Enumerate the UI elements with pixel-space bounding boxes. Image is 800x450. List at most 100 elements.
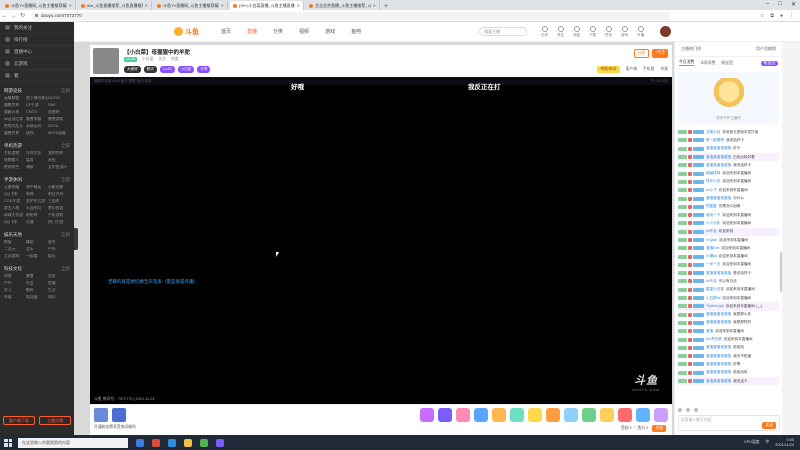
chat-username[interactable]: 落落落落落落落 [706,155,731,160]
tab-contribution-rank[interactable]: 用户贡献榜 [756,46,776,52]
report-button[interactable]: 举报/申诉 [597,66,620,73]
upload-button[interactable]: 下载 [589,25,596,38]
chat-username[interactable]: 落落落落落落落 [706,370,731,375]
chrome-icon[interactable] [200,438,208,447]
chat-username[interactable]: lol小子 [706,188,717,193]
chat-username[interactable]: 落落落落落落落 [706,196,731,201]
nav-item[interactable]: 鱼吧 [351,28,361,35]
chat-username[interactable]: 艾希头目 [706,130,720,135]
chat-username[interactable]: 落落落落落落落 [706,146,731,151]
taskbar-search[interactable]: 在这里输入你要搜索的内容 [18,437,128,448]
nav-item[interactable]: 直播 [247,28,257,35]
chat-username[interactable]: 一天一天 [706,262,720,267]
report-link[interactable]: 举报 [660,67,668,72]
chat-username[interactable]: 落落落落落落落 [706,271,731,276]
chat-username[interactable]: 的星星 [706,204,717,209]
sidebar-category-link[interactable]: 鱼塘 [48,281,70,286]
mobile-link[interactable]: 手机看 [643,67,654,72]
share-button[interactable]: 分享 [633,49,650,58]
sidebar-category-link[interactable]: 一起看 [26,254,48,259]
sidebar-category-link[interactable]: 社会 [26,281,48,286]
chat-username[interactable]: 小琳lol [706,254,717,259]
browser-tab[interactable]: live_斗鱼直播推荐_斗鱼直播推荐 ✕ [78,1,152,10]
new-tab-icon[interactable]: + [384,3,388,10]
settings-icon[interactable] [694,408,698,412]
chat-username[interactable]: 小Qian [706,238,717,243]
chat-username[interactable]: 修一起看吧 [706,138,724,143]
room-tag[interactable]: 聊天 [143,66,157,73]
gift-item[interactable] [564,408,578,422]
sidebar-top-item[interactable]: 排行榜 [0,34,74,46]
chat-username[interactable]: lol不会 [706,229,717,234]
search-input[interactable]: 搜索主播 [479,27,528,36]
sidebar-category-link[interactable]: 户外 [4,281,26,286]
sidebar-top-item[interactable]: 直播中心 [0,46,74,58]
sidebar-category-link[interactable]: CSGO [26,110,48,115]
sidebar-category-link[interactable]: 怪物猎人 [4,158,26,163]
sidebar-category-link[interactable]: 手机游戏 [48,213,70,218]
forward-icon[interactable]: → [9,13,18,19]
sidebar-category-link[interactable]: CF手游 [26,103,48,108]
sidebar-category-link[interactable]: 王者荣耀 [4,185,26,190]
tab-today[interactable]: 今日消费 [679,60,695,66]
sidebar-category-link[interactable]: 星秀 [48,240,70,245]
gift-item[interactable] [582,408,596,422]
sidebar-section-more[interactable]: 全部 [61,143,70,149]
room-tag[interactable]: 分享 [197,66,211,73]
gift-icon[interactable] [686,408,690,412]
sidebar-category-link[interactable]: 美食 [26,274,48,279]
sidebar-category-link[interactable]: 原神 [26,192,48,197]
sidebar-collapse-handle[interactable] [74,228,78,250]
nav-item[interactable]: 首页 [221,28,231,35]
sidebar-category-link[interactable]: 车载 [4,295,26,300]
gift-item[interactable] [420,408,434,422]
room-tag[interactable]: 小白菜 [177,66,195,73]
sidebar-category-link[interactable]: 金铲铲之战 [26,199,48,204]
sidebar-section-more[interactable]: 全部 [61,232,70,238]
chat-username[interactable]: 落落落落落落落 [706,379,731,384]
sidebar-section-more[interactable]: 全部 [61,177,70,183]
chat-username[interactable]: 落落落落落落落 [706,312,731,317]
tab-week[interactable]: 本周消费 [700,61,715,66]
client-link[interactable]: 客户端 [626,67,637,72]
chat-username[interactable]: 落落落落落落落 [706,362,731,367]
video-player[interactable]: 我看你没事 Hold 就行 看看 我的 哈哈 75 : 04.005 好哦 我反… [90,77,672,404]
sidebar-category-link[interactable]: 永恒 [48,158,70,163]
sidebar-category-link[interactable]: 三国杀 [48,199,70,204]
browser-tab[interactable]: 斗鱼TV直播网_斗鱼主播推荐精彩 ✕ [154,1,228,10]
browser-tab[interactable]: 艾吉业余直播_斗鱼主播推荐_斗... ✕ [306,1,380,10]
sidebar-category-link[interactable]: 梦幻西游 [48,206,70,211]
extensions-icon[interactable]: ⧉ [770,13,774,19]
sidebar-footer-button[interactable]: 主播开播 [39,416,71,425]
sidebar-category-link[interactable]: 音乐 [26,247,48,252]
close-tab-icon[interactable]: ✕ [145,3,148,8]
sidebar-category-link[interactable]: 魔兽世界 [4,103,26,108]
streamer-avatar[interactable] [93,48,119,74]
sidebar-category-link[interactable]: 学习 [4,288,26,293]
follow-button[interactable]: +关注 [652,49,668,58]
sidebar-category-link[interactable]: 方舟生存 [26,151,48,156]
sidebar-top-item[interactable]: 我的关注 [0,22,74,34]
fanclub-button[interactable]: 粉丝团 [760,60,778,66]
sidebar-category-link[interactable]: 和平精英 [26,185,48,190]
room-tag[interactable]: 大家好 [124,66,141,73]
open-live-button[interactable]: 开播 [637,25,644,38]
ime-indicator[interactable]: 中 [765,440,769,445]
url-field[interactable]: douyu.com/7072770 [31,11,671,20]
chat-username[interactable]: 落落落落落落落 [706,320,731,325]
chat-username[interactable]: 星星小白菜 [706,287,724,292]
recharge-button[interactable]: 充值 [652,425,666,432]
sidebar-category-link[interactable]: 绝地求生 [4,165,26,170]
chat-username[interactable]: 落落落落落落落 [706,163,731,168]
star-icon[interactable]: ☆ [760,13,764,19]
sidebar-category-link[interactable]: COD手游 [4,199,26,204]
gift-item[interactable] [654,408,668,422]
maximize-icon[interactable]: □ [778,1,782,8]
sidebar-category-link[interactable]: QQ飞车 [4,220,26,225]
sidebar-category-link[interactable]: 颜值 [4,240,26,245]
gift-item[interactable] [600,408,614,422]
sidebar-category-link[interactable]: 电竞圈 [26,295,48,300]
back-icon[interactable]: ← [0,13,9,19]
sidebar-footer-button[interactable]: 客户端下载 [3,416,35,425]
close-tab-icon[interactable]: ✕ [373,3,376,8]
